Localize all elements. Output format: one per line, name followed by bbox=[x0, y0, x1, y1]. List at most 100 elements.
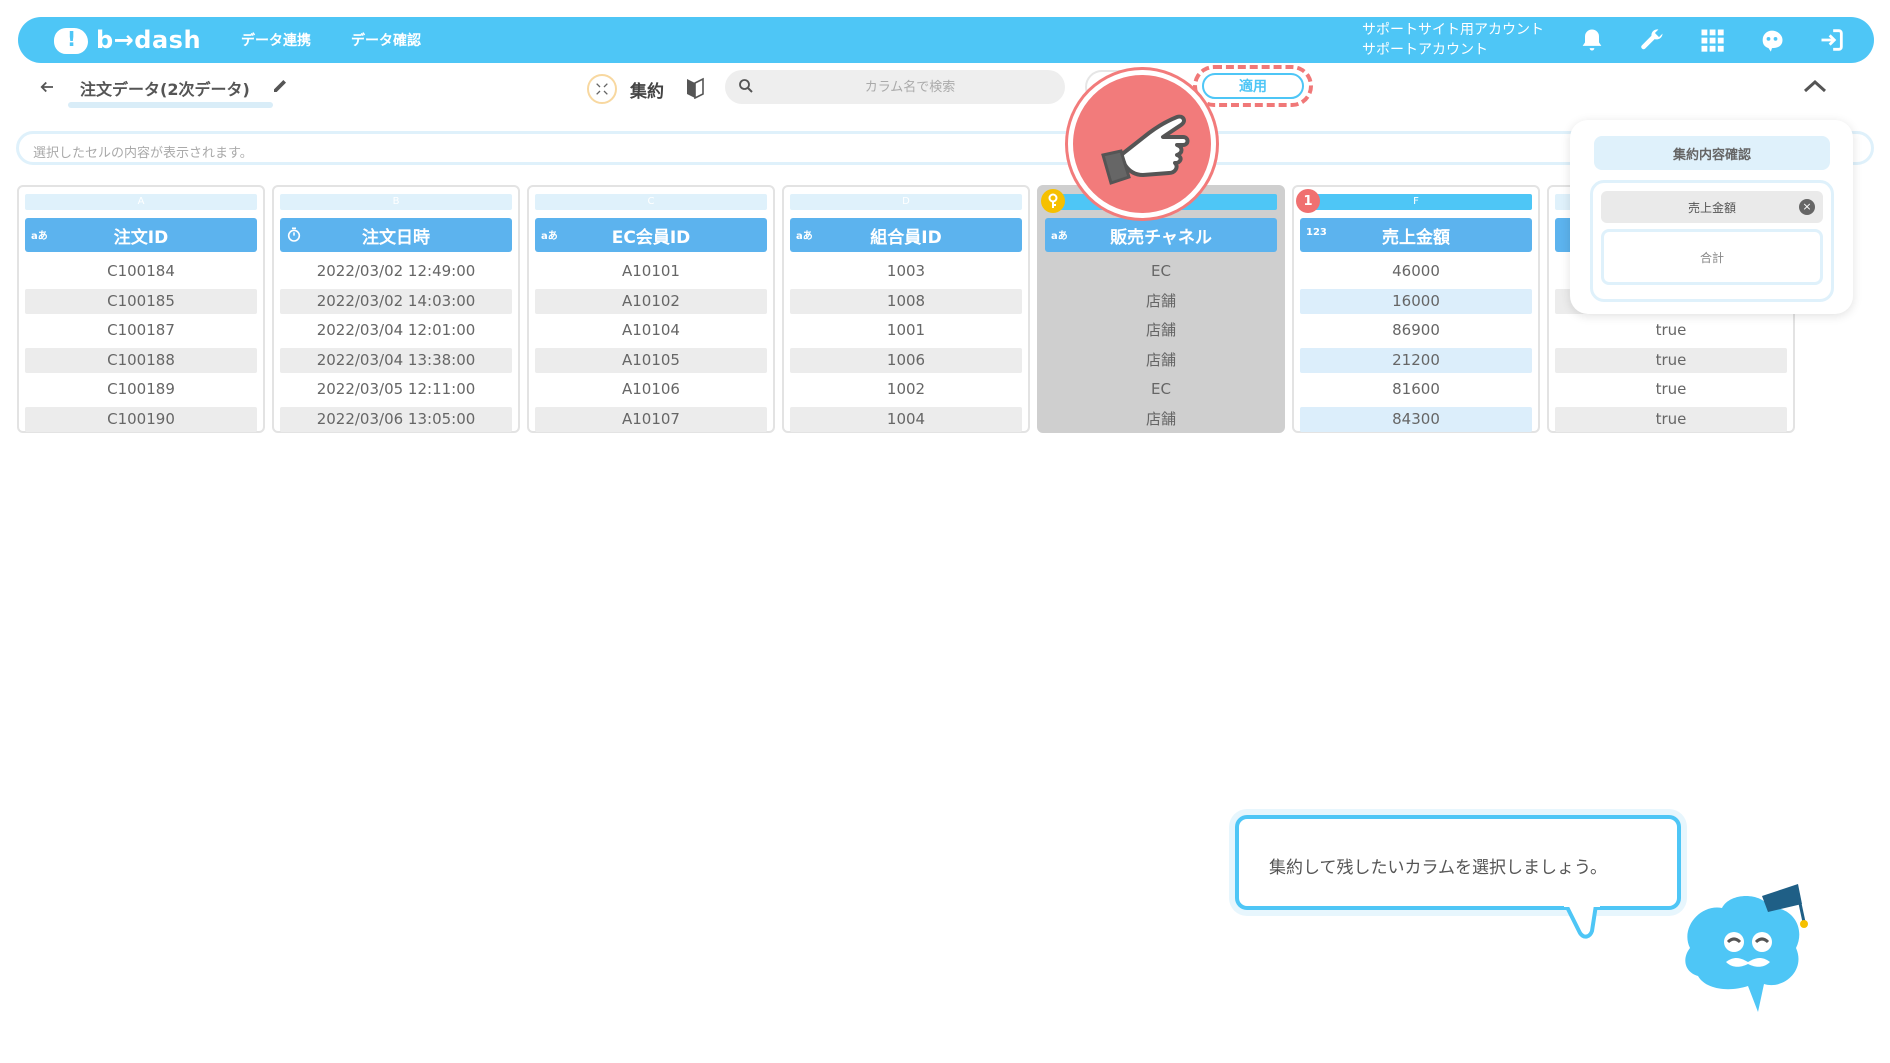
apply-button-highlight: 適用 bbox=[1193, 65, 1313, 107]
bell-icon[interactable] bbox=[1578, 26, 1606, 54]
table-cell[interactable]: 店舗 bbox=[1045, 289, 1277, 314]
column-f[interactable]: F 1 123 売上金額 46000 16000 86900 21200 816… bbox=[1292, 185, 1540, 433]
column-b[interactable]: B 注文日時 2022/03/02 12:49:00 2022/03/02 14… bbox=[272, 185, 520, 433]
text-type-icon: aあ bbox=[541, 231, 558, 242]
column-header[interactable]: 注文日時 bbox=[280, 218, 512, 252]
top-navbar: b→dash データ連携 データ確認 サポートサイト用アカウント サポートアカウ… bbox=[18, 17, 1874, 63]
table-cell[interactable]: 2022/03/05 12:11:00 bbox=[280, 377, 512, 402]
table-cell[interactable]: C100188 bbox=[25, 347, 257, 373]
table-cell[interactable]: A10104 bbox=[535, 318, 767, 343]
table-cell[interactable]: 86900 bbox=[1300, 318, 1532, 343]
edit-pencil-icon[interactable] bbox=[272, 78, 288, 98]
remove-icon[interactable]: × bbox=[1799, 199, 1815, 215]
table-cell[interactable]: true bbox=[1555, 318, 1787, 343]
table-cell[interactable]: 46000 bbox=[1300, 259, 1532, 284]
aggregate-order-badge: 1 bbox=[1296, 189, 1320, 213]
table-cell[interactable]: A10105 bbox=[535, 347, 767, 373]
account-info[interactable]: サポートサイト用アカウント サポートアカウント bbox=[1362, 20, 1544, 60]
aggregation-item: 売上金額 × bbox=[1601, 191, 1823, 223]
table-cell[interactable]: 1001 bbox=[790, 318, 1022, 343]
table-cell[interactable]: C100189 bbox=[25, 377, 257, 402]
nav-icons bbox=[1578, 26, 1846, 54]
column-header[interactable]: aあ 販売チャネル bbox=[1045, 218, 1277, 252]
tip-speech-bubble: 集約して残したいカラムを選択しましょう。 bbox=[1235, 815, 1681, 910]
back-arrow-icon[interactable] bbox=[38, 78, 56, 100]
title-underline bbox=[68, 102, 273, 108]
column-name: 販売チャネル bbox=[1110, 227, 1212, 248]
column-e-selected[interactable]: aあ 販売チャネル EC 店舗 店舗 店舗 EC 店舗 bbox=[1037, 185, 1285, 433]
aggregation-confirm-panel: 集約内容確認 売上金額 × 合計 bbox=[1570, 120, 1853, 314]
table-cell[interactable]: 1004 bbox=[790, 406, 1022, 432]
table-cell[interactable]: EC bbox=[1045, 259, 1277, 284]
column-letter: A bbox=[25, 194, 257, 210]
logout-icon[interactable] bbox=[1818, 26, 1846, 54]
tip-text: 集約して残したいカラムを選択しましょう。 bbox=[1269, 858, 1607, 878]
column-d[interactable]: D aあ 組合員ID 1003 1008 1001 1006 1002 1004 bbox=[782, 185, 1030, 433]
table-cell[interactable]: 2022/03/02 14:03:00 bbox=[280, 288, 512, 314]
table-cell[interactable]: true bbox=[1555, 377, 1787, 402]
account-line-1: サポートサイト用アカウント bbox=[1362, 22, 1544, 38]
stopwatch-icon bbox=[286, 227, 302, 243]
table-cell[interactable]: EC bbox=[1045, 377, 1277, 402]
aggregate-icon[interactable] bbox=[587, 74, 617, 104]
aggregate-label: 集約 bbox=[630, 82, 664, 102]
pointing-hand-icon bbox=[1068, 70, 1216, 218]
nav-link-data-integration[interactable]: データ連携 bbox=[241, 30, 311, 50]
nav-link-data-check[interactable]: データ確認 bbox=[351, 30, 421, 50]
apply-button[interactable]: 適用 bbox=[1202, 73, 1304, 99]
number-type-icon: 123 bbox=[1306, 227, 1327, 238]
column-letter: B bbox=[280, 194, 512, 210]
table-cell[interactable]: 1002 bbox=[790, 377, 1022, 402]
text-type-icon: aあ bbox=[1051, 231, 1068, 242]
table-cell[interactable]: true bbox=[1555, 347, 1787, 373]
column-c[interactable]: C aあ EC会員ID A10101 A10102 A10104 A10105 … bbox=[527, 185, 775, 433]
aggregation-item-label: 売上金額 bbox=[1687, 200, 1736, 215]
logo[interactable]: b→dash bbox=[52, 24, 201, 56]
table-cell[interactable]: 1003 bbox=[790, 259, 1022, 284]
search-icon bbox=[737, 77, 755, 99]
chevron-up-icon[interactable] bbox=[1802, 76, 1828, 100]
table-cell[interactable]: 2022/03/02 12:49:00 bbox=[280, 259, 512, 284]
column-letter: F bbox=[1300, 194, 1532, 210]
table-cell[interactable]: 店舗 bbox=[1045, 407, 1277, 432]
mascot-icon bbox=[1685, 884, 1808, 1012]
table-cell[interactable]: C100190 bbox=[25, 406, 257, 432]
wrench-icon[interactable] bbox=[1638, 26, 1666, 54]
table-cell[interactable]: true bbox=[1555, 406, 1787, 432]
table-cell[interactable]: A10107 bbox=[535, 406, 767, 432]
column-header[interactable]: aあ EC会員ID bbox=[535, 218, 767, 252]
table-cell[interactable]: 店舗 bbox=[1045, 348, 1277, 373]
table-cell[interactable]: C100185 bbox=[25, 288, 257, 314]
aggregation-card: 売上金額 × 合計 bbox=[1590, 180, 1834, 302]
table-cell[interactable]: A10101 bbox=[535, 259, 767, 284]
logo-cloud-icon bbox=[52, 24, 92, 56]
table-cell[interactable]: 2022/03/06 13:05:00 bbox=[280, 406, 512, 432]
column-name: 売上金額 bbox=[1382, 227, 1450, 248]
table-cell[interactable]: 81600 bbox=[1300, 377, 1532, 402]
table-cell[interactable]: 1008 bbox=[790, 288, 1022, 314]
text-type-icon: aあ bbox=[31, 231, 48, 242]
grid-menu-icon[interactable] bbox=[1698, 26, 1726, 54]
aggregation-method-select[interactable]: 合計 bbox=[1601, 229, 1823, 285]
table-cell[interactable]: 2022/03/04 12:01:00 bbox=[280, 318, 512, 343]
table-cell[interactable]: 84300 bbox=[1300, 406, 1532, 432]
text-type-icon: aあ bbox=[796, 231, 813, 242]
column-header[interactable]: aあ 組合員ID bbox=[790, 218, 1022, 252]
table-cell[interactable]: C100187 bbox=[25, 318, 257, 343]
table-cell[interactable]: 21200 bbox=[1300, 347, 1532, 373]
table-cell[interactable]: 店舗 bbox=[1045, 318, 1277, 343]
help-mascot-icon[interactable] bbox=[1758, 26, 1786, 54]
beginner-mark-icon[interactable] bbox=[686, 77, 704, 103]
column-header[interactable]: aあ 注文ID bbox=[25, 218, 257, 252]
table-cell[interactable]: C100184 bbox=[25, 259, 257, 284]
table-cell[interactable]: 1006 bbox=[790, 347, 1022, 373]
table-cell[interactable]: A10102 bbox=[535, 288, 767, 314]
table-cell[interactable]: A10106 bbox=[535, 377, 767, 402]
column-search-input[interactable] bbox=[765, 70, 1055, 104]
table-cell[interactable]: 2022/03/04 13:38:00 bbox=[280, 347, 512, 373]
toolbar: 注文データ(2次データ) 集約 適用 bbox=[0, 64, 1890, 114]
table-cell[interactable]: 16000 bbox=[1300, 288, 1532, 314]
column-header[interactable]: 123 売上金額 bbox=[1300, 218, 1532, 252]
column-a[interactable]: A aあ 注文ID C100184 C100185 C100187 C10018… bbox=[17, 185, 265, 433]
column-letter: C bbox=[535, 194, 767, 210]
